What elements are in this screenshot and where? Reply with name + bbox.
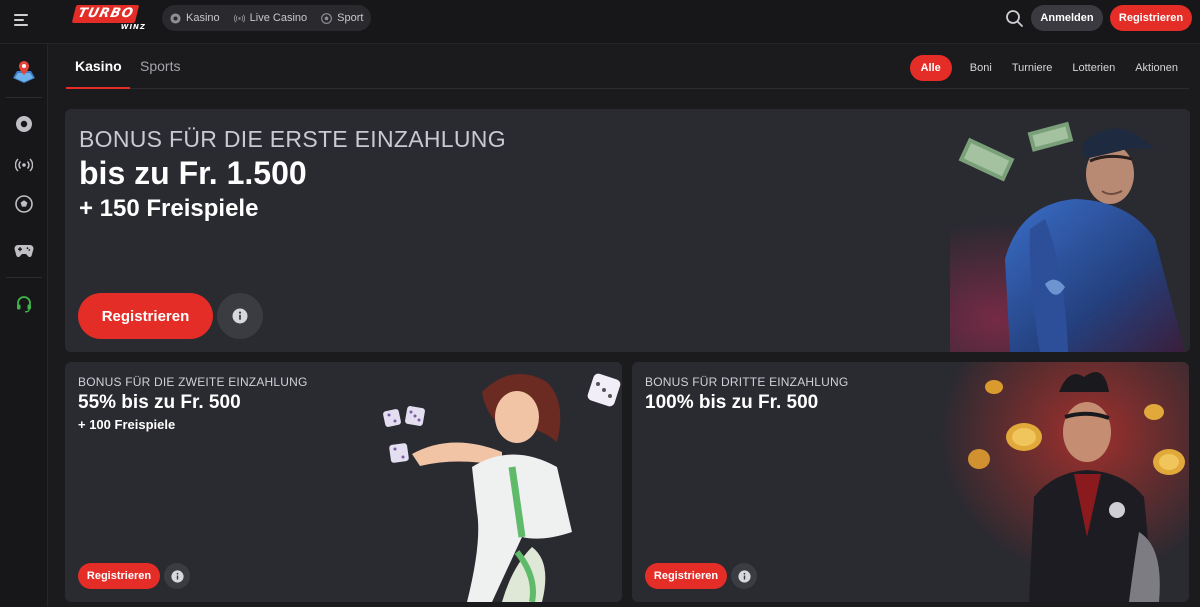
gamepad-icon [14, 245, 34, 258]
map-pin-icon[interactable] [10, 58, 38, 86]
broadcast-icon [233, 14, 245, 22]
filter-alle[interactable]: Alle [909, 55, 952, 81]
active-tab-indicator [66, 87, 130, 89]
logo[interactable]: TURBO WINZ [71, 5, 148, 37]
sidebar-divider [6, 97, 42, 98]
menu-icon[interactable] [14, 12, 32, 28]
card-title: 55% bis zu Fr. 500 [78, 392, 241, 413]
sidebar-divider [6, 277, 42, 278]
login-button[interactable]: Anmelden [1031, 5, 1103, 31]
filter-turniere[interactable]: Turniere [1012, 62, 1053, 74]
topnav-sport-label: Sport [337, 12, 364, 24]
coins-man-illustration [939, 362, 1189, 602]
topnav-kasino-label: Kasino [186, 12, 220, 24]
sidebar-item-games[interactable] [12, 239, 36, 263]
hooded-man-illustration [950, 109, 1190, 352]
filter-aktionen[interactable]: Aktionen [1135, 62, 1178, 74]
top-nav: Kasino Live Casino Sport [162, 5, 372, 31]
filter-bar: Alle Boni Turniere Lotterien Aktionen [909, 55, 1178, 81]
banner-register-button[interactable]: Registrieren [78, 293, 213, 339]
second-deposit-card: BONUS FÜR DIE ZWEITE EINZAHLUNG 55% bis … [65, 362, 622, 602]
topnav-live-casino[interactable]: Live Casino [233, 12, 308, 24]
info-icon[interactable] [731, 563, 757, 589]
card-register-button[interactable]: Registrieren [78, 563, 160, 589]
dice-woman-illustration [372, 362, 622, 602]
card-extra: + 100 Freispiele [78, 417, 176, 432]
filter-boni[interactable]: Boni [970, 62, 992, 74]
sidebar [0, 44, 48, 607]
soccer-ball-icon [15, 195, 33, 213]
broadcast-icon [15, 158, 33, 172]
chip-icon [170, 12, 181, 24]
info-icon[interactable] [164, 563, 190, 589]
sidebar-item-sport[interactable] [12, 192, 36, 216]
main-content: Kasino Sports Alle Boni Turniere Lotteri… [48, 44, 1200, 607]
search-icon[interactable] [1005, 9, 1024, 28]
soccer-ball-icon [321, 12, 333, 24]
card-title: 100% bis zu Fr. 500 [645, 392, 819, 413]
third-deposit-card: BONUS FÜR DRITTE EINZAHLUNG 100% bis zu … [632, 362, 1189, 602]
banner-subtitle: BONUS FÜR DIE ERSTE EINZAHLUNG [79, 126, 506, 152]
tab-sports[interactable]: Sports [140, 58, 180, 74]
banner-title: bis zu Fr. 1.500 [79, 155, 307, 191]
topnav-sport[interactable]: Sport [321, 12, 363, 24]
banner-extra: + 150 Freispiele [79, 195, 259, 222]
logo-wordmark: TURBO [71, 5, 140, 23]
logo-subtext: WINZ [120, 23, 146, 31]
category-tabs: Kasino Sports Alle Boni Turniere Lotteri… [66, 44, 1189, 89]
top-bar: TURBO WINZ Kasino Live Casino Sport Anme… [0, 0, 1200, 44]
card-subtitle: BONUS FÜR DRITTE EINZAHLUNG [645, 375, 849, 389]
sidebar-item-live-casino[interactable] [12, 153, 36, 177]
sidebar-item-kasino[interactable] [12, 112, 36, 136]
topnav-live-casino-label: Live Casino [249, 12, 308, 24]
first-deposit-banner: BONUS FÜR DIE ERSTE EINZAHLUNG bis zu Fr… [65, 109, 1190, 352]
card-subtitle: BONUS FÜR DIE ZWEITE EINZAHLUNG [78, 375, 308, 389]
sidebar-item-support[interactable] [12, 292, 36, 316]
tab-kasino[interactable]: Kasino [75, 58, 122, 74]
card-register-button[interactable]: Registrieren [645, 563, 727, 589]
register-button-header[interactable]: Registrieren [1110, 5, 1192, 31]
topnav-kasino[interactable]: Kasino [170, 12, 220, 24]
chip-icon [16, 116, 32, 132]
headset-icon [17, 296, 31, 313]
info-icon[interactable] [217, 293, 263, 339]
filter-lotterien[interactable]: Lotterien [1072, 62, 1115, 74]
